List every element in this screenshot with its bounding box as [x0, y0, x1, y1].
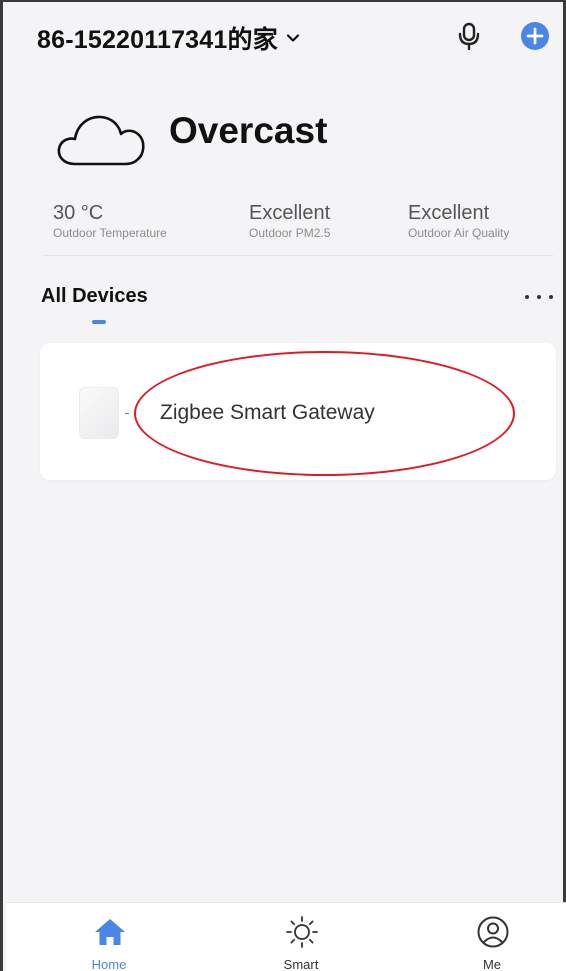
- tab-all-devices[interactable]: All Devices: [41, 285, 148, 308]
- active-tab-indicator: [92, 320, 106, 324]
- nav-home[interactable]: Home: [49, 903, 169, 971]
- cloud-icon: [57, 115, 145, 166]
- dot: [549, 295, 553, 299]
- more-horizontal-icon[interactable]: [525, 292, 553, 302]
- stat-label: Outdoor Air Quality: [408, 226, 510, 240]
- stat-label: Outdoor Temperature: [53, 226, 167, 240]
- sun-icon: [286, 916, 318, 948]
- stat-label: Outdoor PM2.5: [249, 226, 331, 240]
- annotation-ellipse: [134, 351, 515, 476]
- microphone-icon[interactable]: [455, 21, 483, 51]
- user-circle-icon: [477, 916, 509, 948]
- chevron-down-icon: [286, 34, 300, 42]
- nav-label: Smart: [283, 957, 319, 971]
- dot: [525, 295, 529, 299]
- home-icon: [95, 919, 125, 945]
- weather-condition: Overcast: [169, 110, 328, 151]
- stat-outdoor-pm25: Excellent Outdoor PM2.5: [249, 202, 330, 240]
- section-divider: [43, 255, 553, 256]
- bottom-nav: Home Smart Me: [6, 902, 566, 971]
- gateway-device-icon: [79, 387, 129, 439]
- home-name: 86-15220117341的家: [37, 26, 278, 54]
- stat-value: Excellent: [408, 202, 490, 224]
- home-selector[interactable]: 86-15220117341的家: [37, 20, 300, 56]
- nav-label: Me: [482, 957, 502, 971]
- stat-value: Excellent: [249, 202, 331, 224]
- stat-outdoor-temperature: 30 °C Outdoor Temperature: [53, 202, 167, 240]
- top-bar: 86-15220117341的家: [3, 2, 563, 68]
- plus-circle-icon[interactable]: [520, 21, 550, 51]
- stat-outdoor-air-quality: Excellent Outdoor Air Quality: [408, 202, 509, 240]
- dot: [537, 295, 541, 299]
- app-frame: 86-15220117341的家 Overcast 30 °C Outdoor …: [0, 0, 566, 971]
- nav-label: Home: [91, 957, 127, 971]
- nav-smart[interactable]: Smart: [241, 903, 361, 971]
- nav-me[interactable]: Me: [432, 903, 552, 971]
- stat-value: 30 °C: [53, 202, 104, 224]
